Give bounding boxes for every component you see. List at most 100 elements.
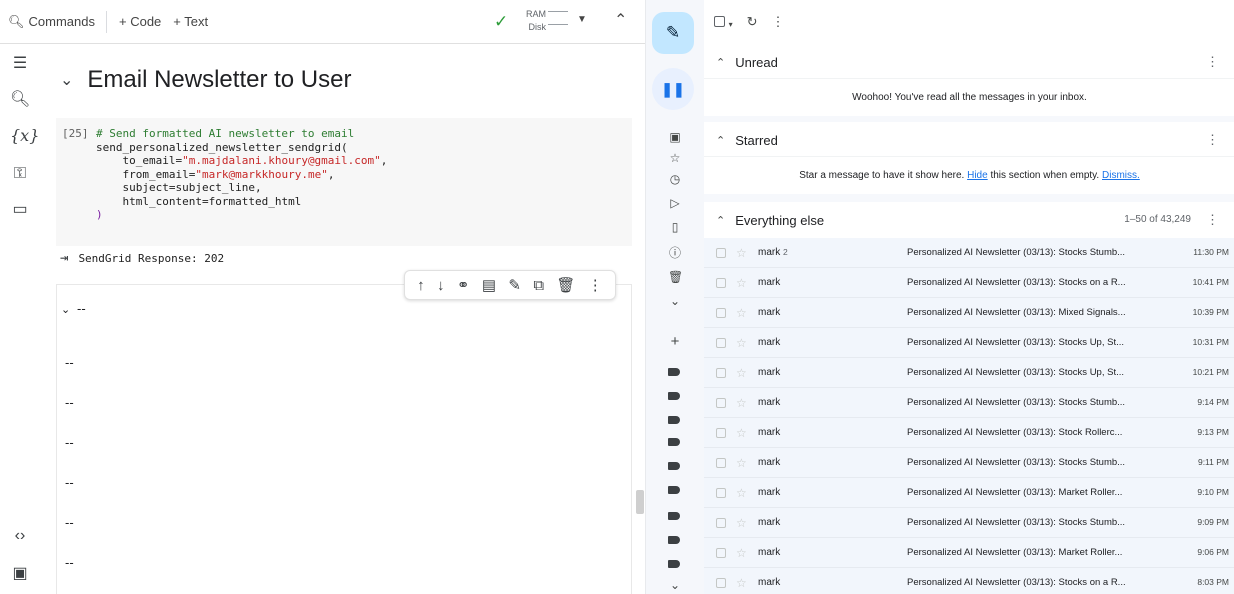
star-icon[interactable]: ☆ (736, 336, 747, 350)
link-icon[interactable]: ⚭ (457, 276, 470, 294)
delete-icon[interactable]: 🗑︎ (556, 276, 575, 294)
email-row[interactable]: ☆ mark Personalized AI Newsletter (03/13)… (704, 418, 1234, 448)
star-icon[interactable]: ☆ (736, 576, 747, 590)
code-snippets-icon[interactable]: ‹› (10, 526, 30, 546)
code-cell[interactable]: [25] # Send formatted AI newsletter to e… (56, 118, 632, 246)
more-vert-icon[interactable]: ⋮ (1206, 212, 1219, 228)
code-editor[interactable]: # Send formatted AI newsletter to email … (96, 127, 387, 222)
add-code-button[interactable]: + Code (113, 14, 167, 29)
label-icon[interactable] (668, 486, 680, 494)
output-toggle-icon[interactable]: ⇥ (60, 250, 68, 266)
important-icon[interactable]: ⓘ (668, 246, 682, 260)
add-label-icon[interactable]: + (668, 334, 682, 349)
email-row[interactable]: ☆ mark Personalized AI Newsletter (03/13)… (704, 328, 1234, 358)
pause-icon[interactable]: ❚❚ (652, 68, 694, 110)
section-starred[interactable]: ⌃ Starred ⋮ (704, 122, 1234, 158)
email-row[interactable]: ☆ mark Personalized AI Newsletter (03/13)… (704, 538, 1234, 568)
star-icon[interactable]: ☆ (736, 546, 747, 560)
chevron-down-icon[interactable]: ⌄ (60, 70, 73, 90)
more-icon[interactable]: ⌄ (668, 294, 682, 308)
edit-pencil-icon[interactable]: ✎ (508, 276, 521, 294)
find-icon[interactable]: 🔍︎ (10, 90, 30, 110)
star-icon[interactable]: ☆ (736, 456, 747, 470)
star-icon[interactable]: ☆ (736, 306, 747, 320)
refresh-icon[interactable]: ↻ (747, 14, 758, 30)
email-subject: Personalized AI Newsletter (03/13): Stoc… (907, 247, 1126, 258)
row-checkbox[interactable] (716, 308, 726, 318)
secrets-key-icon[interactable]: ⚿ (10, 164, 30, 184)
chevron-up-icon[interactable]: ⌃ (716, 56, 725, 69)
email-row[interactable]: ☆ mark Personalized AI Newsletter (03/13)… (704, 268, 1234, 298)
chevron-up-icon[interactable]: ⌃ (614, 10, 627, 30)
send-icon[interactable]: ▷ (668, 196, 682, 210)
compose-pencil-icon[interactable]: ✎ (652, 12, 694, 54)
clock-icon[interactable]: ◷ (668, 172, 682, 186)
folder-icon[interactable]: ▭ (10, 200, 30, 220)
move-up-icon[interactable]: ↑ (417, 277, 425, 294)
select-all-checkbox[interactable]: ▾ (714, 15, 733, 30)
section-unread[interactable]: ⌃ Unread ⋮ (704, 44, 1234, 80)
hide-link[interactable]: Hide (967, 170, 988, 181)
row-checkbox[interactable] (716, 368, 726, 378)
star-icon[interactable]: ☆ (736, 396, 747, 410)
email-row[interactable]: ☆ mark Personalized AI Newsletter (03/13)… (704, 448, 1234, 478)
label-icon[interactable] (668, 416, 680, 424)
inbox-icon[interactable]: ▣ (668, 130, 682, 144)
section-everything-else[interactable]: ⌃ Everything else 1–50 of 43,249 ⋮ (704, 202, 1234, 238)
row-checkbox[interactable] (716, 338, 726, 348)
star-icon[interactable]: ☆ (736, 516, 747, 530)
row-checkbox[interactable] (716, 398, 726, 408)
add-text-button[interactable]: + Text (167, 14, 214, 29)
row-checkbox[interactable] (716, 248, 726, 258)
chevron-up-icon[interactable]: ⌃ (716, 134, 725, 147)
star-icon[interactable]: ☆ (736, 426, 747, 440)
variables-icon[interactable]: {x} (10, 126, 39, 146)
label-icon[interactable] (668, 536, 680, 544)
chevron-up-icon[interactable]: ⌃ (716, 214, 725, 227)
email-row[interactable]: ☆ mark Personalized AI Newsletter (03/13)… (704, 388, 1234, 418)
more-vert-icon[interactable]: ⋮ (1206, 54, 1219, 70)
label-icon[interactable] (668, 438, 680, 446)
runtime-dropdown-icon[interactable]: ▼ (577, 14, 587, 25)
star-icon[interactable]: ☆ (736, 276, 747, 290)
draft-icon[interactable]: ▯ (668, 220, 682, 234)
more-vert-icon[interactable]: ⋮ (772, 14, 785, 30)
email-row[interactable]: ☆ mark Personalized AI Newsletter (03/13)… (704, 358, 1234, 388)
email-row[interactable]: ☆ mark Personalized AI Newsletter (03/13)… (704, 478, 1234, 508)
mirror-cell-icon[interactable]: ⧉ (533, 277, 544, 294)
more-vert-icon[interactable]: ⋮ (1206, 132, 1219, 148)
row-checkbox[interactable] (716, 458, 726, 468)
email-row[interactable]: ☆ mark Personalized AI Newsletter (03/13)… (704, 508, 1234, 538)
star-icon[interactable]: ☆ (668, 151, 682, 165)
dismiss-link[interactable]: Dismiss. (1102, 170, 1140, 181)
commands-search[interactable]: 🔍︎ Commands (0, 0, 100, 43)
row-checkbox[interactable] (716, 518, 726, 528)
label-icon[interactable] (668, 560, 680, 568)
chevron-down-icon[interactable]: ⌄ (61, 303, 70, 316)
move-down-icon[interactable]: ↓ (437, 277, 445, 294)
resource-meter[interactable]: RAM Disk (520, 8, 546, 34)
star-icon[interactable]: ☆ (736, 246, 747, 260)
star-icon[interactable]: ☆ (736, 366, 747, 380)
label-icon[interactable] (668, 368, 680, 376)
email-row[interactable]: ☆ mark Personalized AI Newsletter (03/13)… (704, 568, 1234, 594)
markdown-cell[interactable]: ⌄ -- -- -- -- -- -- -- (56, 284, 632, 594)
row-checkbox[interactable] (716, 428, 726, 438)
row-checkbox[interactable] (716, 578, 726, 588)
chevron-down-icon[interactable]: ⌄ (668, 578, 682, 592)
row-checkbox[interactable] (716, 278, 726, 288)
trash-icon[interactable]: 🗑︎ (668, 270, 683, 284)
label-icon[interactable] (668, 392, 680, 400)
star-icon[interactable]: ☆ (736, 486, 747, 500)
label-icon[interactable] (668, 462, 680, 470)
email-row[interactable]: ☆ mark Personalized AI Newsletter (03/13)… (704, 298, 1234, 328)
row-checkbox[interactable] (716, 488, 726, 498)
row-checkbox[interactable] (716, 548, 726, 558)
toc-icon[interactable]: ☰ (10, 54, 30, 74)
comment-icon[interactable]: ▤ (482, 276, 496, 294)
scrollbar[interactable] (636, 490, 644, 514)
more-vert-icon[interactable]: ⋮ (588, 276, 603, 294)
email-row[interactable]: ☆ mark 2 Personalized AI Newsletter (03/13… (704, 238, 1234, 268)
terminal-icon[interactable]: ▣ (10, 564, 30, 584)
label-icon[interactable] (668, 512, 680, 520)
